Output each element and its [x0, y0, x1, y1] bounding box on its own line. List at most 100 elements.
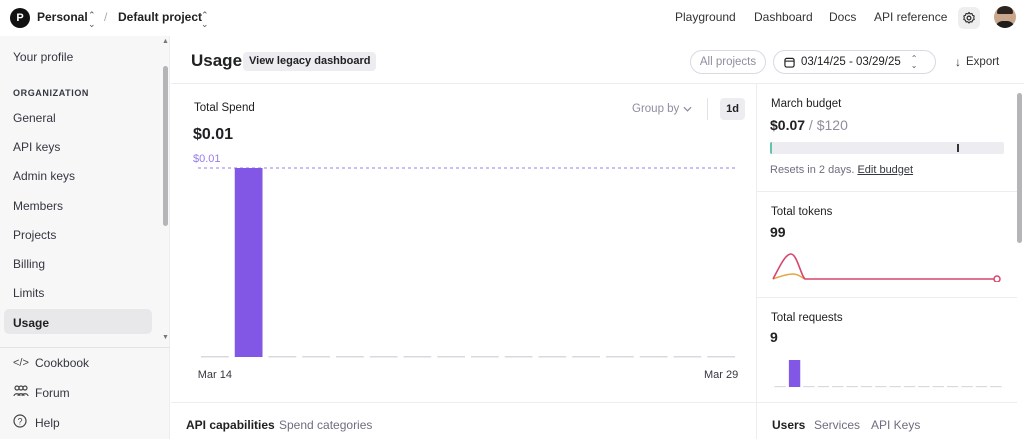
export-button[interactable]: ↓ Export [955, 55, 999, 69]
budget-spent: $0.07 [770, 117, 806, 133]
spend-bar-empty[interactable] [707, 356, 735, 358]
spend-bar-empty[interactable] [268, 356, 297, 358]
spend-bar-empty[interactable] [471, 356, 499, 358]
sidebar-link-label: Help [35, 415, 60, 430]
requests-bar-empty [774, 386, 786, 388]
tab-users[interactable]: Users [772, 418, 805, 432]
requests-divider [756, 402, 1017, 403]
spend-bar-empty[interactable] [538, 356, 567, 358]
org-switcher[interactable]: Personal [37, 10, 88, 24]
right-panel-scrollbar[interactable] [1017, 93, 1022, 243]
spend-bar[interactable] [234, 168, 263, 357]
top-bar: P Personal ⌃ ⌄ / Default project ⌃ ⌄ Playg… [0, 0, 1024, 36]
spend-bar-empty[interactable] [201, 356, 229, 358]
tab-api-keys[interactable]: API Keys [871, 418, 920, 432]
budget-alert-threshold-marker [957, 144, 960, 152]
spend-bar-empty[interactable] [673, 356, 702, 358]
budget-progress-fill [770, 142, 772, 154]
total-tokens-value: 99 [770, 224, 786, 240]
sidebar-link-help[interactable]: ? Help [13, 414, 60, 431]
x-tick-label: Mar 14 [198, 369, 232, 381]
requests-bar [788, 360, 801, 387]
scroll-down-arrow-icon[interactable]: ▼ [162, 334, 169, 341]
tokens-input-line [772, 273, 806, 280]
budget-limit: $120 [816, 117, 848, 133]
sidebar: Your profile ORGANIZATION General API ke… [0, 36, 170, 439]
requests-bar-empty [918, 386, 930, 388]
total-tokens-label: Total tokens [771, 206, 833, 218]
sidebar-link-cookbook[interactable]: </> Cookbook [13, 356, 89, 370]
panel-divider [756, 83, 757, 439]
spend-bar-empty[interactable] [437, 356, 465, 358]
spend-bar-empty[interactable] [504, 356, 533, 358]
spend-bar-empty[interactable] [606, 356, 634, 358]
scroll-up-arrow-icon[interactable]: ▲ [162, 38, 169, 45]
requests-bar-empty [975, 386, 988, 388]
sidebar-divider [0, 347, 170, 348]
budget-reset-text: Resets in 2 days. Edit budget [770, 164, 913, 176]
budget-progress-bar [770, 142, 1004, 154]
gear-icon [963, 11, 975, 24]
tokens-end-point [993, 275, 1001, 282]
sidebar-link-label: Forum [35, 385, 70, 400]
sidebar-item-usage[interactable]: Usage [13, 316, 49, 330]
sidebar-item-general[interactable]: General [13, 111, 56, 125]
budget-value: $0.07 / $120 [770, 117, 848, 133]
requests-bar-empty [817, 386, 829, 388]
requests-bar-empty [875, 386, 887, 388]
user-avatar[interactable] [994, 6, 1016, 28]
breadcrumb-separator: / [104, 10, 108, 24]
sidebar-item-your-profile[interactable]: Your profile [13, 50, 73, 64]
spend-bar-empty[interactable] [403, 356, 432, 358]
org-avatar[interactable]: P [10, 8, 30, 28]
chevron-up-down-icon: ⌃ ⌄ [910, 54, 918, 70]
nav-dashboard[interactable]: Dashboard [754, 10, 813, 24]
total-requests-label: Total requests [771, 312, 843, 324]
sidebar-item-admin-keys[interactable]: Admin keys [13, 169, 75, 183]
tokens-sparkline [772, 253, 1001, 282]
settings-button[interactable] [958, 7, 980, 29]
requests-bar-empty [846, 386, 858, 388]
sidebar-item-api-keys[interactable]: API keys [13, 140, 60, 154]
date-range-picker[interactable]: 03/14/25 - 03/29/25 ⌃ ⌄ [773, 50, 936, 74]
requests-sparkline [774, 360, 1002, 388]
spend-bar-empty[interactable] [336, 356, 364, 358]
tokens-output-line [772, 253, 997, 280]
resets-in-label: Resets in 2 days. [770, 164, 855, 176]
nav-api-reference[interactable]: API reference [874, 10, 947, 24]
export-label: Export [966, 56, 1000, 68]
sidebar-link-forum[interactable]: Forum [13, 385, 70, 400]
tab-services[interactable]: Services [814, 418, 860, 432]
project-switcher[interactable]: Default project [118, 10, 202, 24]
sidebar-item-members[interactable]: Members [13, 199, 63, 213]
requests-bar-empty [832, 386, 844, 388]
requests-bar-empty [903, 386, 916, 388]
sidebar-scrollbar[interactable] [163, 66, 168, 226]
download-arrow-icon: ↓ [955, 55, 961, 69]
sidebar-item-limits[interactable]: Limits [13, 286, 44, 300]
requests-bar-empty [961, 386, 973, 388]
spend-bar-empty[interactable] [302, 356, 330, 358]
requests-bar-empty [860, 386, 873, 388]
spend-bar-empty[interactable] [639, 356, 668, 358]
nav-playground[interactable]: Playground [675, 10, 736, 24]
tab-spend-categories[interactable]: Spend categories [279, 418, 372, 432]
chevron-up-down-icon[interactable]: ⌃ ⌄ [88, 11, 96, 29]
total-requests-value: 9 [770, 329, 778, 345]
chart-bottom-divider [171, 402, 756, 403]
sidebar-item-projects[interactable]: Projects [13, 228, 56, 242]
budget-divider-text: / [805, 117, 817, 133]
svg-text:?: ? [17, 417, 22, 427]
spend-bar-empty[interactable] [369, 356, 398, 358]
sidebar-item-billing[interactable]: Billing [13, 257, 45, 271]
tab-api-capabilities[interactable]: API capabilities [186, 418, 275, 432]
edit-budget-link[interactable]: Edit budget [857, 164, 913, 176]
nav-docs[interactable]: Docs [829, 10, 856, 24]
spend-bar-empty[interactable] [572, 356, 600, 358]
help-icon: ? [13, 414, 29, 431]
date-range-label: 03/14/25 - 03/29/25 [801, 56, 901, 68]
calendar-icon [784, 57, 795, 68]
main-content: Usage View legacy dashboard All projects… [171, 36, 1024, 439]
requests-bar-empty [889, 386, 901, 388]
chevron-up-down-icon[interactable]: ⌃ ⌄ [201, 11, 209, 29]
